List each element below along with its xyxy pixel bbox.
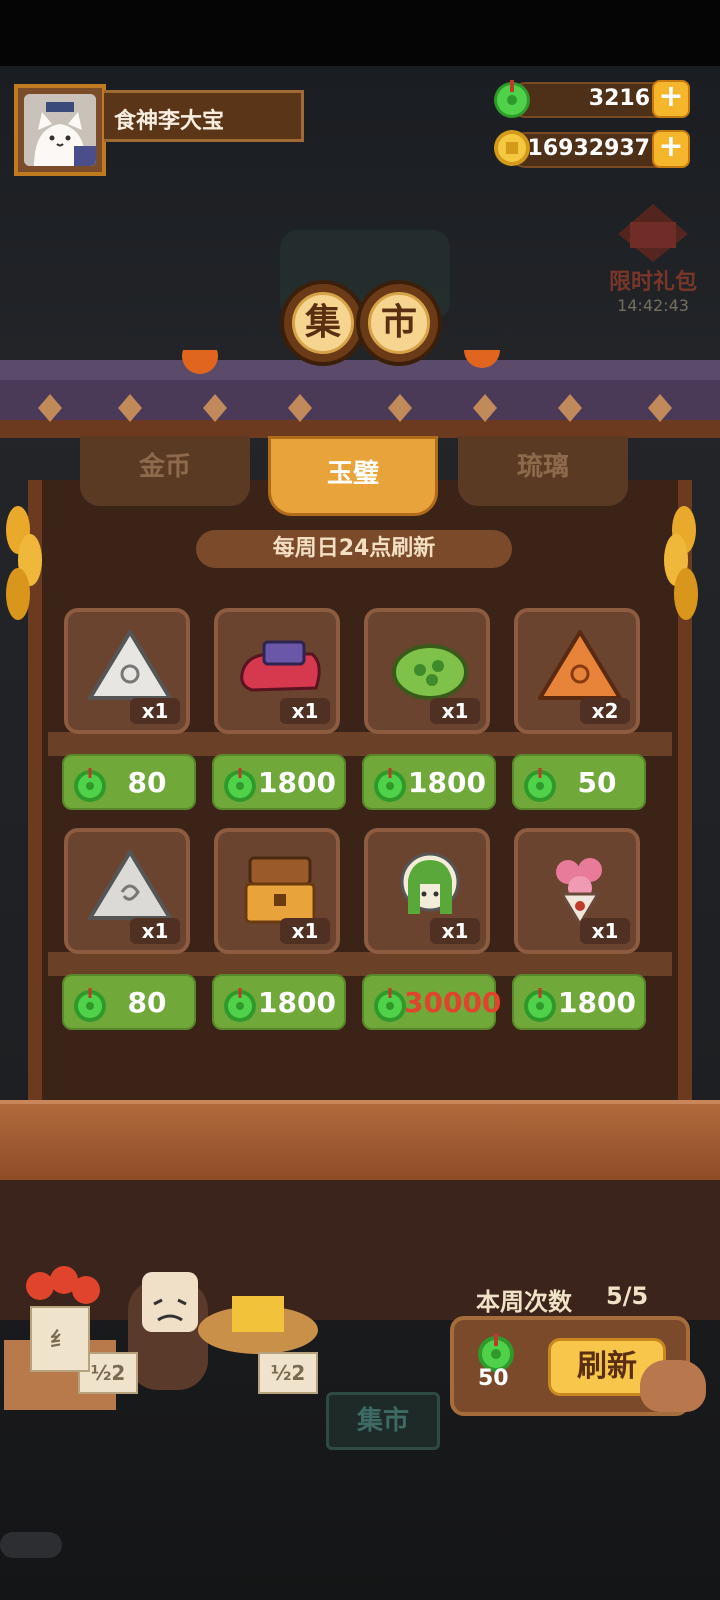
price-amount: 1800 — [258, 986, 336, 1019]
item-quantity: x1 — [280, 698, 330, 724]
stall-price-tag: ½2 — [258, 1352, 318, 1394]
gift-box-icon — [618, 204, 688, 262]
player-name-plate: 食神李大宝 — [104, 90, 304, 142]
price-amount-unaffordable: 30000 — [404, 986, 502, 1019]
orange-rice-cake-icon — [538, 630, 622, 700]
item-card[interactable]: x2 — [514, 608, 640, 734]
add-gold-button[interactable]: + — [652, 130, 690, 168]
gift-timer: 14:42:43 — [617, 296, 689, 315]
hanging-corn-icon — [6, 506, 42, 620]
item-quantity: x1 — [130, 698, 180, 724]
gift-title: 限时礼包 — [608, 270, 697, 295]
market-title-char-1: 集 — [292, 292, 354, 354]
refresh-cost: 50 — [478, 1366, 509, 1391]
price-amount: 1800 — [408, 766, 486, 799]
shelf-plank — [48, 952, 672, 976]
price-button[interactable]: 50 — [512, 754, 646, 810]
item-quantity: x1 — [430, 698, 480, 724]
item-quantity: x1 — [580, 918, 630, 944]
bottom-toggle[interactable] — [0, 1532, 62, 1558]
item-card[interactable]: x1 — [214, 608, 340, 734]
price-button[interactable]: 1800 — [512, 974, 646, 1030]
stall-sign: 纟 — [30, 1306, 90, 1372]
price-amount: 80 — [127, 766, 167, 799]
gold-currency: 16932937 + — [490, 130, 690, 170]
item-card[interactable]: x1 — [214, 828, 340, 954]
price-amount: 1800 — [558, 986, 636, 1019]
price-amount: 50 — [577, 766, 617, 799]
flower-bouquet-icon — [556, 858, 602, 927]
player-avatar-frame[interactable] — [14, 84, 106, 176]
weekly-refresh-notice: 每周日24点刷新 — [196, 530, 512, 568]
price-amount: 80 — [127, 986, 167, 1019]
price-button[interactable]: 30000 — [362, 974, 502, 1030]
tab-glaze[interactable]: 琉璃 — [458, 436, 628, 506]
item-card[interactable]: x1 — [64, 828, 190, 954]
player-name: 食神李大宝 — [114, 109, 225, 134]
add-jade-button[interactable]: + — [652, 80, 690, 118]
white-rice-cake-icon — [88, 630, 172, 700]
red-shoe-icon — [240, 640, 321, 692]
price-button[interactable]: 80 — [62, 974, 196, 1030]
cat-mascot-icon — [640, 1360, 706, 1412]
price-button[interactable]: 80 — [62, 754, 196, 810]
market-title-char-2: 市 — [368, 292, 430, 354]
price-amount: 1800 — [258, 766, 336, 799]
item-quantity: x1 — [430, 918, 480, 944]
price-button[interactable]: 1800 — [362, 754, 496, 810]
market-roof — [0, 350, 720, 438]
green-hair-character-icon — [400, 852, 460, 914]
jade-coin-icon — [494, 80, 530, 118]
item-card[interactable]: x1 — [64, 608, 190, 734]
gold-amount: 16932937 — [527, 136, 650, 161]
item-quantity: x1 — [280, 918, 330, 944]
jade-amount: 3216 — [588, 86, 650, 111]
item-quantity: x2 — [580, 698, 630, 724]
jade-currency: 3216 + — [490, 80, 690, 120]
market-title-badge-1: 集 — [280, 280, 366, 366]
cat-avatar-icon — [24, 94, 96, 166]
green-bun-icon — [392, 644, 468, 700]
weekly-count-value: 5/5 — [606, 1282, 649, 1310]
item-card[interactable]: x1 — [364, 828, 490, 954]
tab-gold[interactable]: 金币 — [80, 436, 250, 506]
shop-counter — [0, 1100, 720, 1184]
price-button[interactable]: 1800 — [212, 754, 346, 810]
item-card[interactable]: x1 — [514, 828, 640, 954]
treasure-chest-icon — [244, 856, 316, 924]
limited-gift-pack[interactable]: 限时礼包 14:42:43 — [598, 200, 708, 320]
market-sign[interactable]: 集市 — [326, 1392, 440, 1450]
price-button[interactable]: 1800 — [212, 974, 346, 1030]
avatar — [24, 94, 96, 166]
tab-jade[interactable]: 玉璧 — [268, 436, 438, 516]
item-card[interactable]: x1 — [364, 608, 490, 734]
market-screen: 食神李大宝 3216 + 16932937 + 限时礼包 14:42:43 集 … — [0, 0, 720, 1600]
market-title-badge-2: 市 — [356, 280, 442, 366]
hanging-corn-icon — [664, 506, 698, 620]
shelf-plank — [48, 732, 672, 756]
item-quantity: x1 — [130, 918, 180, 944]
swirl-rice-cake-icon — [88, 850, 172, 920]
weekly-count-label: 本周次数 — [476, 1288, 572, 1316]
